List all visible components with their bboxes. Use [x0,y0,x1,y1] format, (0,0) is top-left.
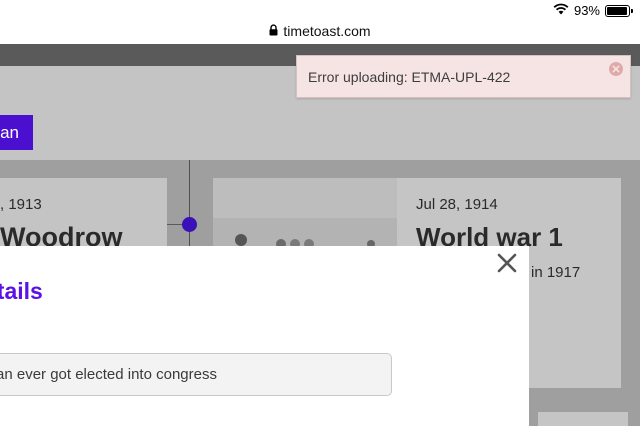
status-indicators: 93% [553,3,633,18]
event-details-modal: etails an ever got elected into congress [0,246,529,426]
event-date: , 1913 [0,196,42,213]
battery-icon [605,4,633,17]
address-bar[interactable]: timetoast.com [0,18,640,44]
url-text: timetoast.com [283,23,371,39]
battery-level [607,6,627,15]
close-icon[interactable] [495,251,519,275]
event-description: in 1917 [531,264,581,281]
modal-title: etails [0,278,43,304]
event-date: Jul 28, 1914 [416,196,498,213]
timeline-event-card[interactable] [538,412,628,426]
header-action-button[interactable]: an [0,115,33,150]
battery-nub [631,8,633,13]
lock-icon [269,23,278,39]
battery-percent: 93% [573,3,600,18]
close-circle-icon[interactable] [609,62,623,76]
event-title-input[interactable]: an ever got elected into congress [0,353,392,396]
timeline-marker[interactable] [182,217,197,232]
error-toast: Error uploading: ETMA-UPL-422 [296,55,631,98]
wifi-icon [553,3,569,18]
toast-message: Error uploading: ETMA-UPL-422 [308,69,511,85]
